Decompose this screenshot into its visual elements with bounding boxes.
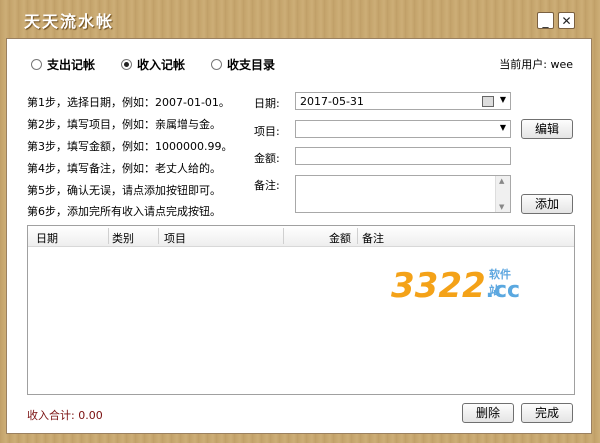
note-label: 备注:	[254, 179, 280, 192]
records-table[interactable]: 日期 类别 项目 金额 备注	[27, 225, 575, 395]
column-header-item[interactable]: 项目	[164, 230, 186, 246]
radio-catalog[interactable]: 收支目录	[211, 56, 275, 73]
radio-dot-icon	[211, 59, 222, 70]
amount-label: 金额:	[254, 152, 280, 165]
app-window: 天天流水帐 _ ✕ 支出记帐 收入记帐 收支目录 当前用户: wee 第1步，选…	[0, 0, 600, 443]
table-header: 日期 类别 项目 金额 备注	[28, 226, 574, 247]
scroll-down-icon[interactable]: ▼	[499, 203, 504, 211]
step-6: 第6步，添加完所有收入请点完成按钮。	[27, 205, 221, 218]
column-divider[interactable]	[357, 228, 358, 244]
radio-dot-selected-icon	[121, 59, 132, 70]
date-picker[interactable]: 2017-05-31 ▼	[295, 92, 511, 110]
radio-income[interactable]: 收入记帐	[121, 56, 185, 73]
delete-button[interactable]: 删除	[462, 403, 514, 423]
title-bar[interactable]: 天天流水帐 _ ✕	[0, 0, 600, 38]
done-button[interactable]: 完成	[521, 403, 573, 423]
date-label: 日期:	[254, 97, 280, 110]
edit-button[interactable]: 编辑	[521, 119, 573, 139]
radio-dot-icon	[31, 59, 42, 70]
note-scrollbar[interactable]: ▲ ▼	[495, 176, 510, 212]
step-1: 第1步，选择日期，例如：2007-01-01。	[27, 96, 230, 109]
radio-income-label: 收入记帐	[137, 58, 186, 72]
step-5: 第5步，确认无误，请点添加按钮即可。	[27, 184, 221, 197]
chevron-down-icon[interactable]: ▼	[500, 123, 506, 132]
column-divider[interactable]	[158, 228, 159, 244]
item-select[interactable]: ▼	[295, 120, 511, 138]
watermark-site: 软件站	[489, 268, 511, 297]
step-4: 第4步，填写备注，例如：老丈人给的。	[27, 162, 221, 175]
column-header-amount[interactable]: 金额	[329, 230, 351, 246]
radio-expense-label: 支出记帐	[47, 58, 96, 72]
radio-catalog-label: 收支目录	[227, 58, 276, 72]
minimize-button[interactable]: _	[537, 12, 554, 29]
step-3: 第3步，填写金额，例如：1000000.99。	[27, 140, 233, 153]
item-label: 项目:	[254, 125, 280, 138]
close-button[interactable]: ✕	[558, 12, 575, 29]
income-total: 收入合计: 0.00	[27, 409, 103, 422]
column-header-note[interactable]: 备注	[362, 230, 384, 246]
watermark-logo: 3322.cc 软件站	[391, 266, 520, 306]
current-user: 当前用户: wee	[499, 58, 573, 71]
window-title: 天天流水帐	[24, 12, 115, 31]
scroll-up-icon[interactable]: ▲	[499, 177, 504, 185]
add-button[interactable]: 添加	[521, 194, 573, 214]
column-header-date[interactable]: 日期	[36, 230, 58, 246]
watermark-number: 3322	[391, 266, 486, 306]
column-header-category[interactable]: 类别	[112, 230, 134, 246]
column-divider[interactable]	[108, 228, 109, 244]
column-divider[interactable]	[283, 228, 284, 244]
chevron-down-icon[interactable]: ▼	[500, 95, 506, 104]
note-textarea[interactable]: ▲ ▼	[295, 175, 511, 213]
radio-expense[interactable]: 支出记帐	[31, 56, 95, 73]
calendar-icon[interactable]	[482, 96, 494, 107]
main-panel: 支出记帐 收入记帐 收支目录 当前用户: wee 第1步，选择日期，例如：200…	[6, 38, 592, 434]
date-value: 2017-05-31	[300, 95, 364, 108]
step-2: 第2步，填写项目，例如：亲属增与金。	[27, 118, 221, 131]
amount-field[interactable]	[295, 147, 511, 165]
